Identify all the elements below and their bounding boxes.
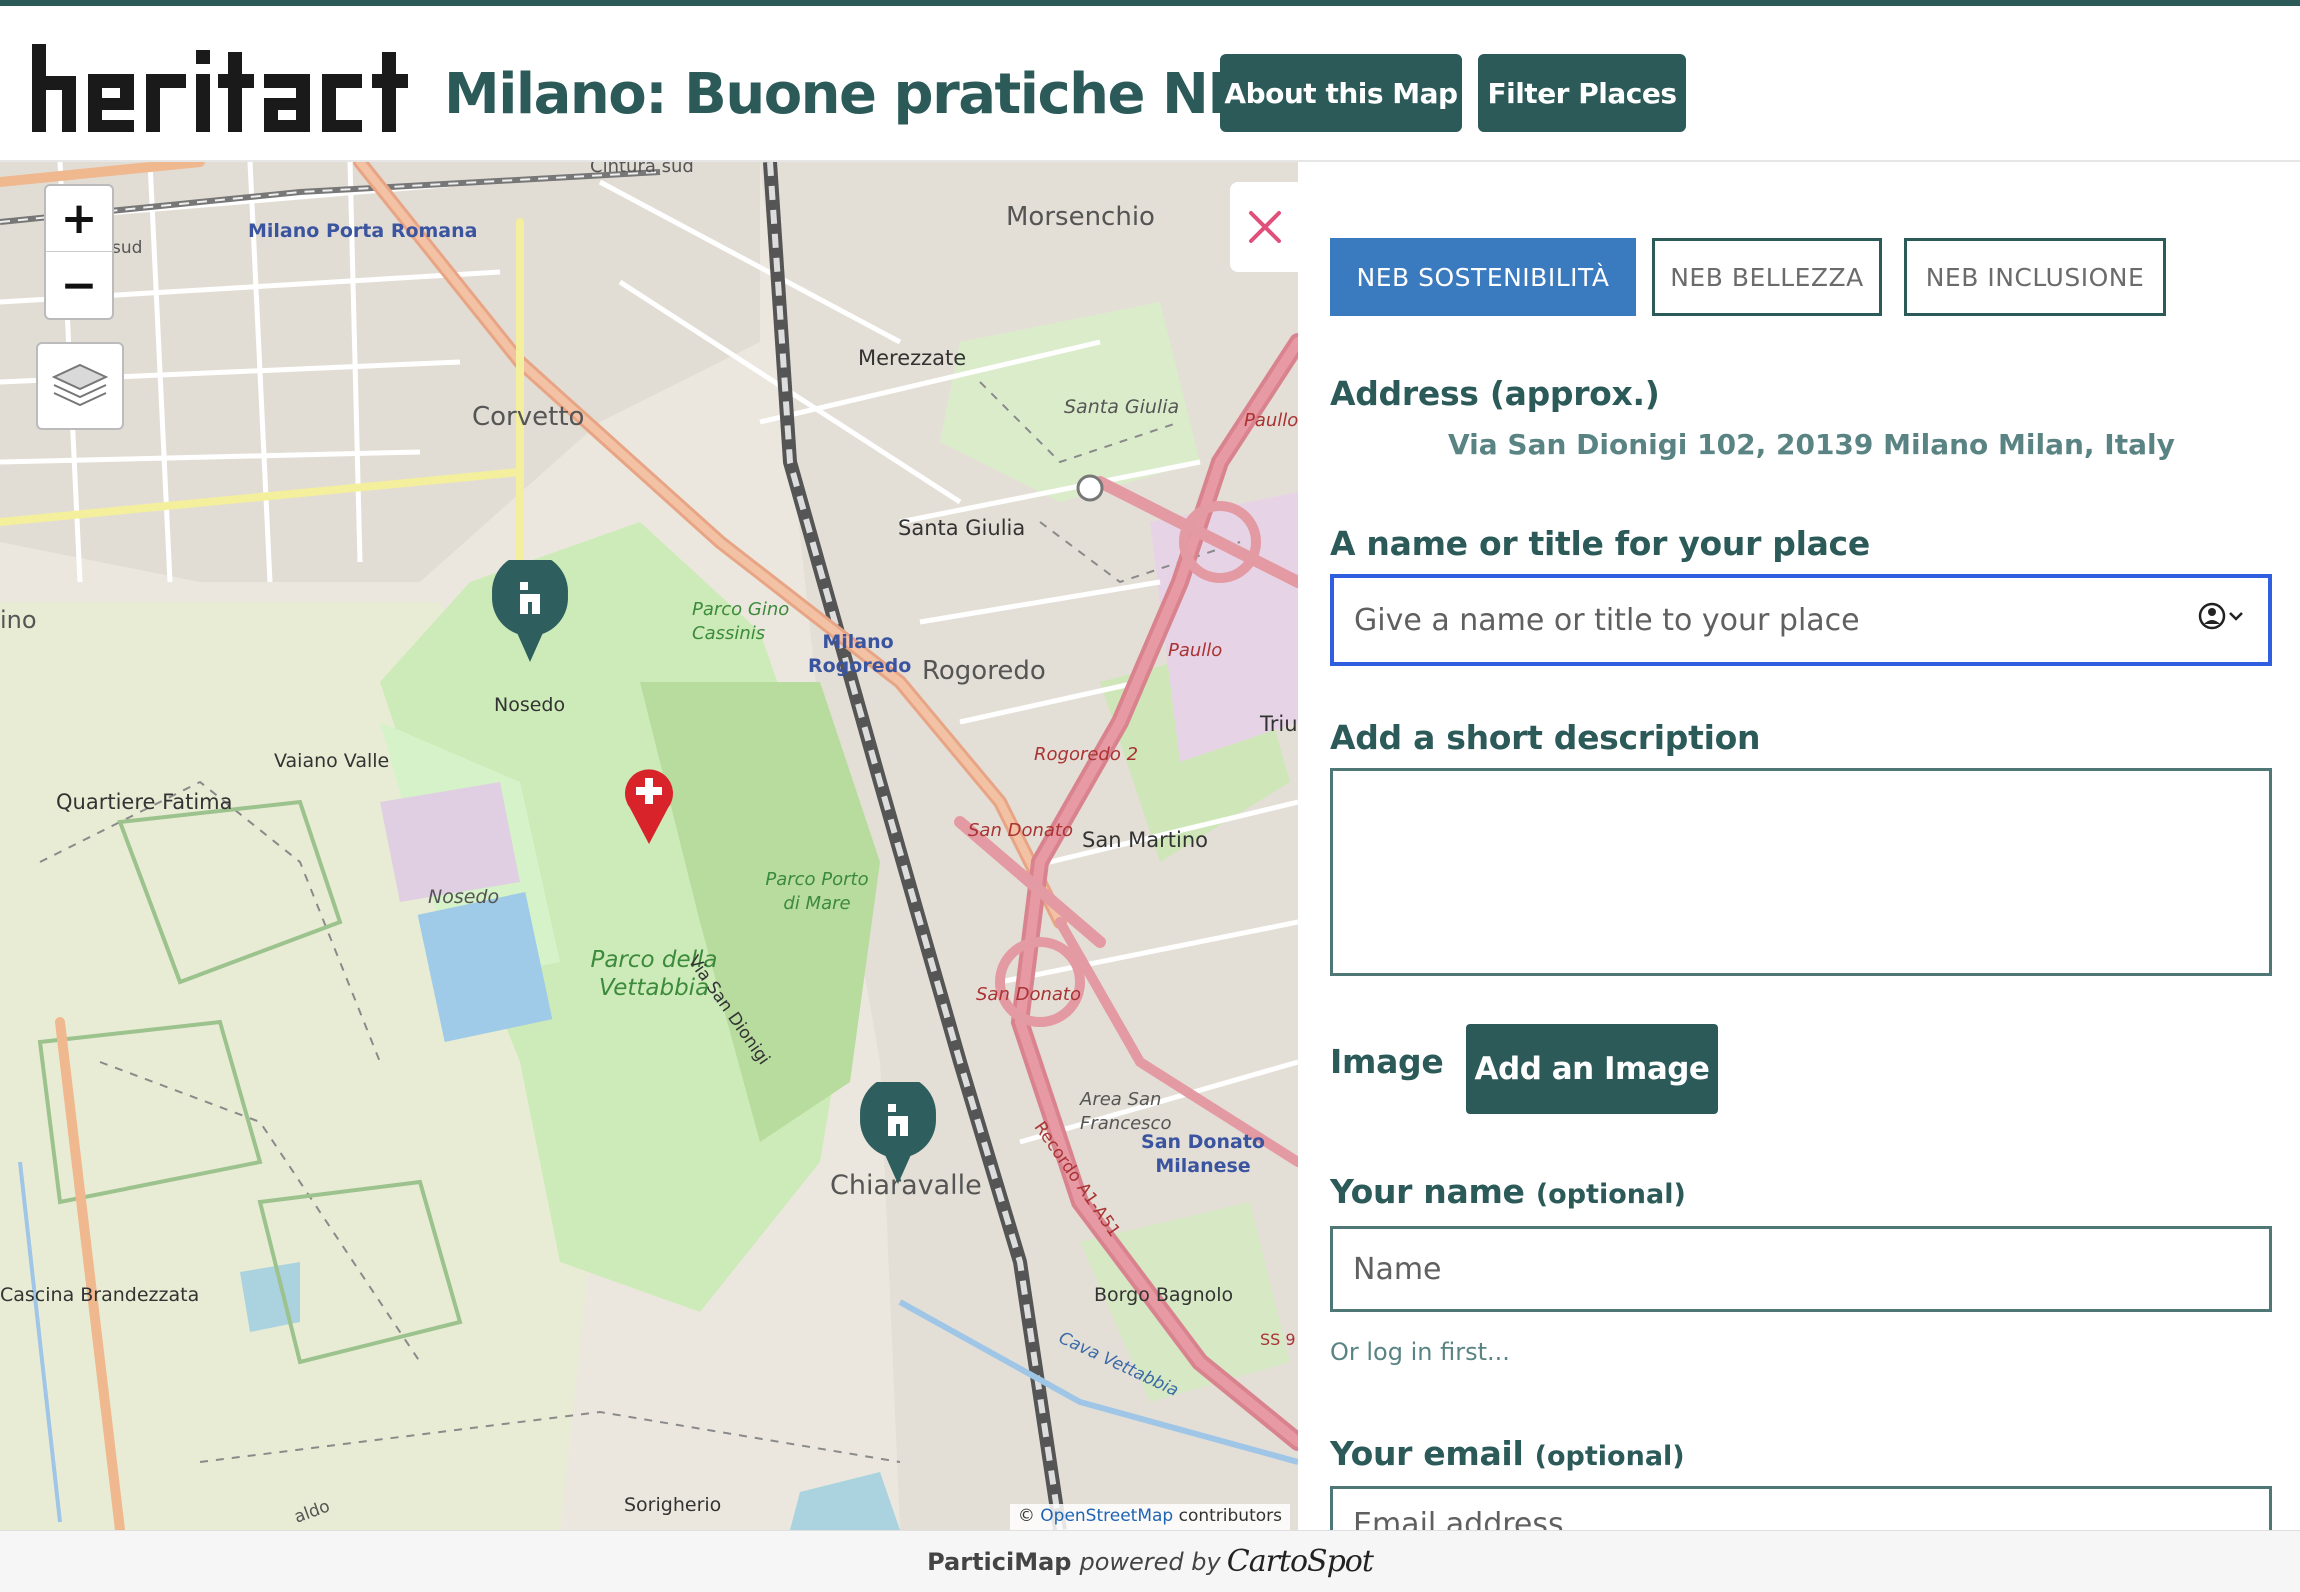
map-label-paullo: Paullo [1168, 640, 1223, 661]
map-label-sud: sud [112, 238, 143, 258]
map-label-borgo-bagnolo: Borgo Bagnolo [1094, 1284, 1234, 1306]
map-label-vaiano-valle: Vaiano Valle [274, 750, 390, 772]
close-icon [1249, 211, 1281, 243]
close-panel-button[interactable] [1230, 182, 1298, 272]
map-label-morsenchio: Morsenchio [1006, 202, 1155, 232]
login-link[interactable]: Or log in first... [1330, 1338, 1510, 1366]
map-label-rogoredo: Rogoredo [922, 656, 1046, 686]
tab-neb-bellezza[interactable]: NEB BELLEZZA [1652, 238, 1882, 316]
map-label-paullo-3: Paullo 3 [1244, 410, 1298, 431]
place-marker-nosedo[interactable] [490, 553, 570, 669]
place-name-placeholder: Give a name or title to your place [1354, 602, 1860, 638]
app-header: Milano: Buone pratiche NEB About this Ma… [0, 6, 2300, 162]
app-window: { "app": { "logo_text": "heritact", "tit… [0, 0, 2300, 1592]
place-name-label: A name or title for your place [1330, 524, 1870, 563]
autofill-account-icon[interactable] [2198, 601, 2248, 639]
place-marker-chiaravalle[interactable] [858, 1075, 938, 1191]
map-label-santa-giulia: Santa Giulia [898, 516, 1026, 540]
address-label: Address (approx.) [1330, 374, 1660, 413]
map-label-porta-romana-1: Milano Porta Romana [248, 220, 478, 242]
heritact-logo-graphic [32, 44, 408, 132]
map-view[interactable]: Milano Porta Romana Corvetto Morsenchio … [0, 162, 1298, 1530]
info-pin-icon [860, 1075, 936, 1184]
map-label-san-donato-milanese: San Donato Milanese [1141, 1131, 1265, 1177]
layers-button[interactable] [36, 342, 124, 430]
email-label: Your email (optional) [1330, 1434, 1685, 1473]
description-label: Add a short description [1330, 718, 1761, 757]
your-name-optional: (optional) [1535, 1179, 1686, 1210]
your-name-label-text: Your name [1330, 1172, 1525, 1211]
email-optional: (optional) [1534, 1441, 1685, 1472]
place-name-input[interactable]: Give a name or title to your place [1330, 574, 2272, 666]
add-place-panel: NEB SOSTENIBILITÀ NEB BELLEZZA NEB INCLU… [1298, 162, 2300, 1530]
attribution-suffix: contributors [1178, 1506, 1282, 1526]
map-label-area-san-francesco: Area San Francesco [1080, 1089, 1172, 1134]
add-place-pin-icon [625, 769, 673, 844]
map-label-milano-rogoredo: Milano Rogoredo [808, 631, 912, 677]
new-place-marker[interactable] [624, 766, 674, 851]
map-label-parco-porto-di-mare: Parco Porto di Mare [765, 869, 869, 914]
zoom-in-button[interactable]: + [46, 186, 112, 252]
map-label-parco-gino-cassinis: Parco Gino Cassinis [692, 599, 790, 644]
particimap-brand[interactable]: ParticiMap [927, 1548, 1071, 1576]
map-label-nosedo: Nosedo [494, 694, 566, 716]
map-label-merezzate: Merezzate [858, 346, 967, 370]
address-value: Via San Dionigi 102, 20139 Milano Milan,… [1448, 428, 2175, 461]
map-label-cintura-sud: Cintura sud [590, 162, 694, 177]
map-label-quartiere-fatima: Quartiere Fatima [56, 790, 233, 814]
map-label-san-donato-2: San Donato [976, 984, 1081, 1005]
map-attribution: © OpenStreetMap contributors [1009, 1504, 1290, 1530]
tab-neb-sostenibilita[interactable]: NEB SOSTENIBILITÀ [1330, 238, 1636, 316]
heritact-logo[interactable] [32, 44, 412, 132]
powered-by-text: powered by [1079, 1547, 1221, 1576]
map-label-cascina-brandezzata: Cascina Brandezzata [0, 1284, 200, 1306]
map-label-santa-giulia-park: Santa Giulia [1064, 396, 1180, 418]
image-label: Image [1330, 1042, 1444, 1081]
email-placeholder: Email address [1353, 1507, 1564, 1530]
zoom-out-button[interactable]: − [46, 252, 112, 318]
attribution-copyright: © [1017, 1506, 1035, 1526]
filter-places-button[interactable]: Filter Places [1478, 54, 1686, 132]
osm-link[interactable]: OpenStreetMap [1040, 1506, 1173, 1526]
map-label-sorigherio: Sorigherio [624, 1494, 722, 1516]
map-label-corvetto: Corvetto [472, 402, 585, 432]
description-textarea[interactable] [1330, 768, 2272, 976]
footer: ParticiMap powered by CartoSpot [0, 1530, 2300, 1592]
cartospot-logo[interactable]: CartoSpot [1227, 1544, 1374, 1579]
info-pin-icon [492, 553, 568, 662]
your-name-input[interactable]: Name [1330, 1226, 2272, 1312]
add-image-button[interactable]: Add an Image [1466, 1024, 1718, 1114]
map-label-san-donato-1: San Donato [968, 820, 1073, 841]
about-map-button[interactable]: About this Map [1220, 54, 1462, 132]
user-circle-icon [2198, 602, 2243, 630]
zoom-control: + − [44, 184, 114, 320]
tab-neb-inclusione[interactable]: NEB INCLUSIONE [1904, 238, 2166, 316]
map-label-rogoredo-2: Rogoredo 2 [1034, 744, 1139, 765]
email-label-text: Your email [1330, 1434, 1524, 1473]
email-input[interactable]: Email address [1330, 1486, 2272, 1530]
map-label-triu: Triu [1260, 712, 1298, 736]
map-label-ino: ino [0, 606, 37, 634]
layers-icon [52, 363, 108, 407]
your-name-label: Your name (optional) [1330, 1172, 1686, 1211]
map-label-ss9: SS 9 [1260, 1330, 1296, 1349]
map-label-nosedo-plant: Nosedo [428, 886, 500, 908]
page-title: Milano: Buone pratiche NEB [444, 62, 1287, 127]
map-label-san-martino: San Martino [1082, 828, 1209, 852]
your-name-placeholder: Name [1353, 1251, 1442, 1287]
